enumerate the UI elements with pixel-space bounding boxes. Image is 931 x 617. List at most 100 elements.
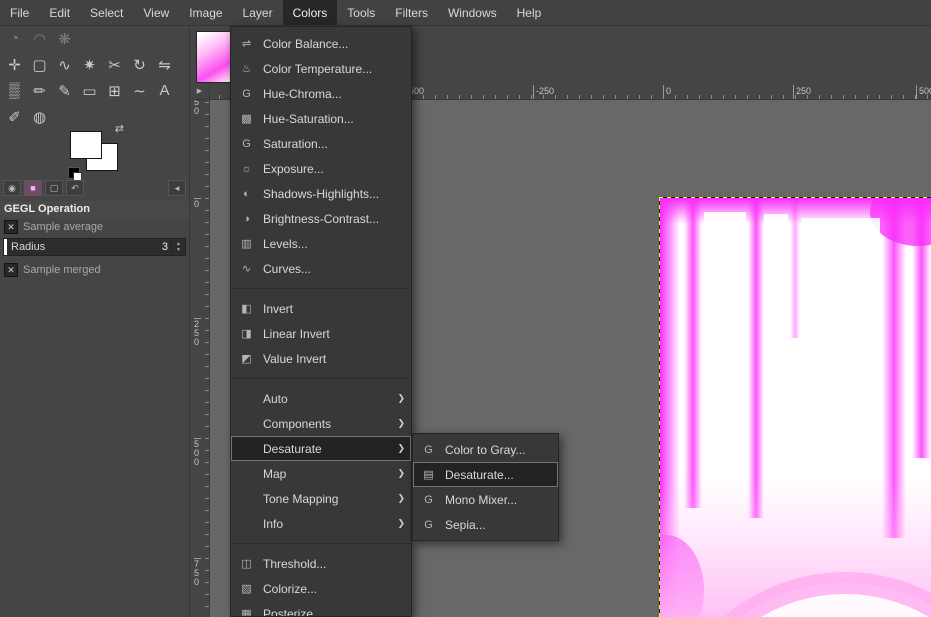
menubar-item-image[interactable]: Image: [179, 0, 232, 25]
menubar-item-edit[interactable]: Edit: [39, 0, 80, 25]
menu-item-label: Posterize...: [263, 606, 324, 617]
menu-item-label: Auto: [263, 391, 288, 406]
menu-item-invert[interactable]: ◧ Invert: [231, 296, 411, 321]
menu-item-label: Hue-Saturation...: [263, 111, 354, 126]
menubar-item-file[interactable]: File: [0, 0, 39, 25]
text-tool-icon[interactable]: A: [152, 78, 177, 103]
sample-average-checkbox[interactable]: ✕: [4, 220, 18, 234]
spin-buttons[interactable]: ▲ ▼: [171, 239, 185, 255]
crop-tool-icon[interactable]: ✂: [102, 52, 127, 77]
menu-item-curves[interactable]: ∿ Curves...: [231, 256, 411, 281]
tool-row: ◔ ◠ ❋: [0, 26, 189, 52]
desaturate-icon: ▤: [423, 469, 434, 481]
menu-item-threshold[interactable]: ◫ Threshold...: [231, 551, 411, 576]
menubar-item-view[interactable]: View: [133, 0, 179, 25]
eraser-tool-icon[interactable]: ▭: [77, 78, 102, 103]
smudge-tool-icon[interactable]: ∼: [127, 78, 152, 103]
free-select-tool-icon[interactable]: ∿: [52, 52, 77, 77]
vertical-ruler[interactable]: -250 0 250 500 750: [190, 100, 210, 617]
menu-item-shadows-highlights[interactable]: ◐ Shadows-Highlights...: [231, 181, 411, 206]
sample-merged-checkbox[interactable]: ✕: [4, 263, 18, 277]
pattern-swatch-icon[interactable]: ▢: [45, 180, 63, 196]
image-tab-thumbnail[interactable]: [196, 31, 234, 83]
menu-item-color-to-gray[interactable]: G Color to Gray...: [413, 437, 558, 462]
menu-item-label: Map: [263, 466, 287, 481]
clone-tool-icon[interactable]: ⊞: [102, 78, 127, 103]
radius-spinbox[interactable]: Radius 3 ▲ ▼: [3, 238, 186, 256]
menu-item-mono-mixer[interactable]: G Mono Mixer...: [413, 487, 558, 512]
pencil-tool-icon[interactable]: ✏: [27, 78, 52, 103]
sample-average-label: Sample average: [23, 221, 104, 233]
menu-separator: [232, 378, 410, 379]
reset-icon[interactable]: ↶: [66, 180, 84, 196]
tool-icon-3[interactable]: ❋: [52, 26, 77, 51]
dock-collapse-arrow-icon[interactable]: ◂: [168, 180, 186, 196]
canvas-image[interactable]: [660, 198, 931, 617]
flip-tool-icon[interactable]: ⇋: [152, 52, 177, 77]
spin-down-icon[interactable]: ▼: [176, 247, 181, 253]
menu-item-label: Curves...: [263, 261, 312, 276]
v-ruler-label: 250: [194, 318, 201, 347]
menu-item-brightness-contrast[interactable]: ◑ Brightness-Contrast...: [231, 206, 411, 231]
foreground-color-swatch[interactable]: [70, 131, 102, 159]
brush-swatch-icon[interactable]: ■: [24, 180, 42, 196]
linear-invert-icon: ◨: [241, 328, 252, 340]
colors-menu: ⇌ Color Balance... ♨ Color Temperature..…: [230, 26, 412, 617]
fuzzy-select-tool-icon[interactable]: ✷: [77, 52, 102, 77]
menubar-item-tools[interactable]: Tools: [337, 0, 385, 25]
menu-item-sepia[interactable]: G Sepia...: [413, 512, 558, 537]
menu-item-levels[interactable]: ▥ Levels...: [231, 231, 411, 256]
ruler-ticks: [205, 102, 209, 617]
menubar-item-help[interactable]: Help: [507, 0, 552, 25]
fg-bg-color-widget: ⇄: [68, 122, 124, 181]
menu-item-desaturate[interactable]: Desaturate ❯: [231, 436, 411, 461]
menu-item-linear-invert[interactable]: ◨ Linear Invert: [231, 321, 411, 346]
gimp-window: File Edit Select View Image Layer Colors…: [0, 0, 931, 617]
zoom-tool-icon[interactable]: ◍: [27, 104, 52, 129]
tool-preset-icon[interactable]: ◉: [3, 180, 21, 196]
menu-separator: [232, 543, 410, 544]
menu-item-value-invert[interactable]: ◩ Value Invert: [231, 346, 411, 371]
gradient-tool-icon[interactable]: ▒: [2, 78, 27, 103]
menu-item-map[interactable]: Map ❯: [231, 461, 411, 486]
menu-item-color-balance[interactable]: ⇌ Color Balance...: [231, 31, 411, 56]
default-colors-icon[interactable]: [68, 167, 82, 181]
v-ruler-label: -250: [194, 100, 201, 116]
menu-item-exposure[interactable]: ☼ Exposure...: [231, 156, 411, 181]
desaturate-submenu: G Color to Gray... ▤ Desaturate... G Mon…: [412, 433, 559, 541]
paintbrush-tool-icon[interactable]: ✎: [52, 78, 77, 103]
toolbox-panel: ◔ ◠ ❋ ✛ ▢ ∿ ✷ ✂ ↻ ⇋ ▒ ✏ ✎ ▭ ⊞ ∼ A ✐ ◍ ⇄ …: [0, 26, 190, 617]
swap-colors-icon[interactable]: ⇄: [115, 122, 124, 135]
menu-item-color-temperature[interactable]: ♨ Color Temperature...: [231, 56, 411, 81]
tool-options-title: GEGL Operation: [0, 201, 189, 218]
menubar-item-filters[interactable]: Filters: [385, 0, 438, 25]
menu-item-hue-saturation[interactable]: ▩ Hue-Saturation...: [231, 106, 411, 131]
menubar-item-layer[interactable]: Layer: [233, 0, 283, 25]
menubar-item-select[interactable]: Select: [80, 0, 133, 25]
move-tool-icon[interactable]: ✛: [2, 52, 27, 77]
menu-item-tone-mapping[interactable]: Tone Mapping ❯: [231, 486, 411, 511]
tool-icon-2[interactable]: ◠: [27, 26, 52, 51]
h-ruler-label: 0: [663, 85, 671, 99]
menu-item-components[interactable]: Components ❯: [231, 411, 411, 436]
menu-item-auto[interactable]: Auto ❯: [231, 386, 411, 411]
menu-item-label: Color Temperature...: [263, 61, 373, 76]
invert-icon: ◧: [241, 303, 252, 315]
menu-item-posterize[interactable]: ▦ Posterize...: [231, 601, 411, 617]
menubar-item-colors[interactable]: Colors: [282, 0, 338, 25]
levels-icon: ▥: [241, 238, 252, 250]
menubar-item-windows[interactable]: Windows: [438, 0, 507, 25]
rectangle-select-tool-icon[interactable]: ▢: [27, 52, 52, 77]
tool-icon-1[interactable]: ◔: [2, 26, 27, 51]
menu-item-saturation[interactable]: G Saturation...: [231, 131, 411, 156]
menu-item-label: Mono Mixer...: [445, 492, 518, 507]
h-ruler-label: -250: [533, 85, 554, 99]
menu-bar: File Edit Select View Image Layer Colors…: [0, 0, 931, 26]
menu-item-colorize[interactable]: ▧ Colorize...: [231, 576, 411, 601]
menu-item-label: Desaturate...: [445, 467, 514, 482]
menu-item-hue-chroma[interactable]: G Hue-Chroma...: [231, 81, 411, 106]
color-picker-tool-icon[interactable]: ✐: [2, 104, 27, 129]
rotate-tool-icon[interactable]: ↻: [127, 52, 152, 77]
menu-item-desaturate-dialog[interactable]: ▤ Desaturate...: [413, 462, 558, 487]
menu-item-info[interactable]: Info ❯: [231, 511, 411, 536]
